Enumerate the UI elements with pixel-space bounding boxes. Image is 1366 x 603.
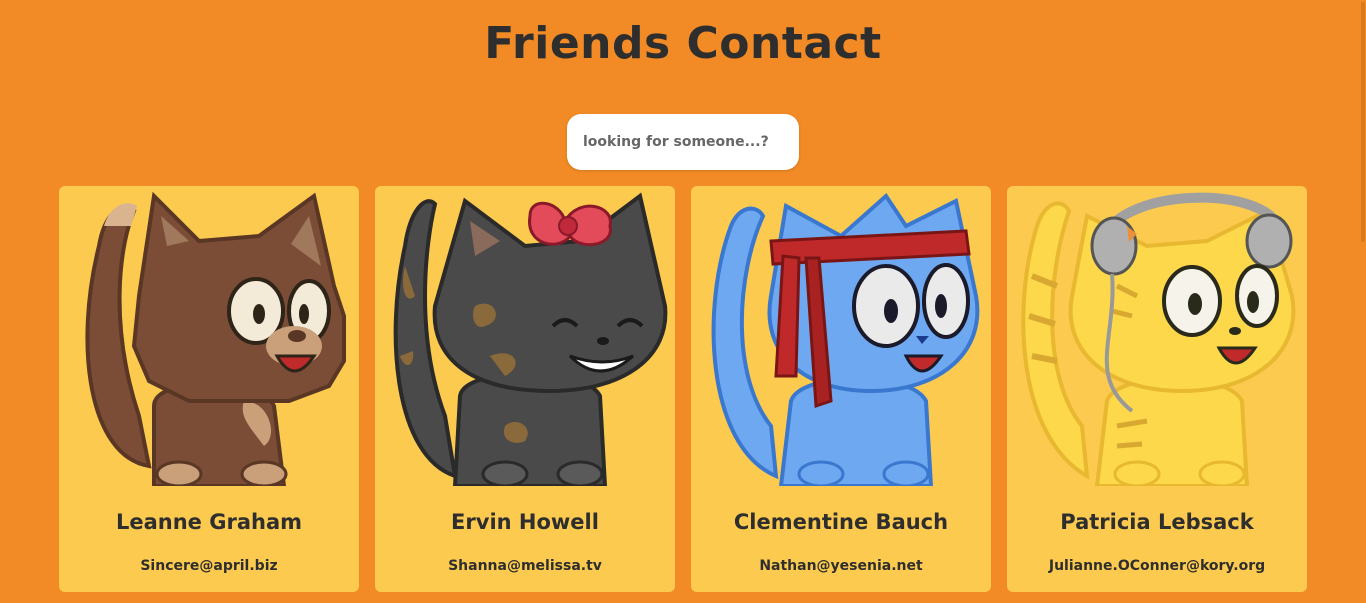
friend-card[interactable]: Ervin Howell Shanna@melissa.tv: [375, 186, 675, 592]
scrollbar[interactable]: [1360, 0, 1366, 603]
friend-card[interactable]: Patricia Lebsack Julianne.OConner@kory.o…: [1007, 186, 1307, 592]
search-input[interactable]: [567, 114, 799, 170]
page-title: Friends Contact: [484, 18, 882, 69]
friend-email: Julianne.OConner@kory.org: [1048, 558, 1266, 574]
friend-name: Clementine Bauch: [733, 510, 949, 534]
friend-email: Shanna@melissa.tv: [448, 558, 602, 574]
friend-name: Ervin Howell: [451, 510, 599, 534]
brown-cat-icon: [85, 191, 346, 486]
friend-email: Sincere@april.biz: [140, 558, 278, 574]
friend-name: Leanne Graham: [115, 510, 303, 534]
friend-card[interactable]: Clementine Bauch Nathan@yesenia.net: [691, 186, 991, 592]
black-cat-with-bow-icon: [393, 192, 668, 486]
friend-name: Patricia Lebsack: [1060, 510, 1254, 534]
friend-card[interactable]: Leanne Graham Sincere@april.biz: [59, 186, 359, 592]
friend-email: Nathan@yesenia.net: [759, 558, 923, 574]
scrollbar-thumb[interactable]: [1361, 2, 1365, 242]
blue-cat-with-headband-icon: [711, 192, 980, 486]
yellow-cat-with-headphones-icon: [1021, 192, 1296, 486]
